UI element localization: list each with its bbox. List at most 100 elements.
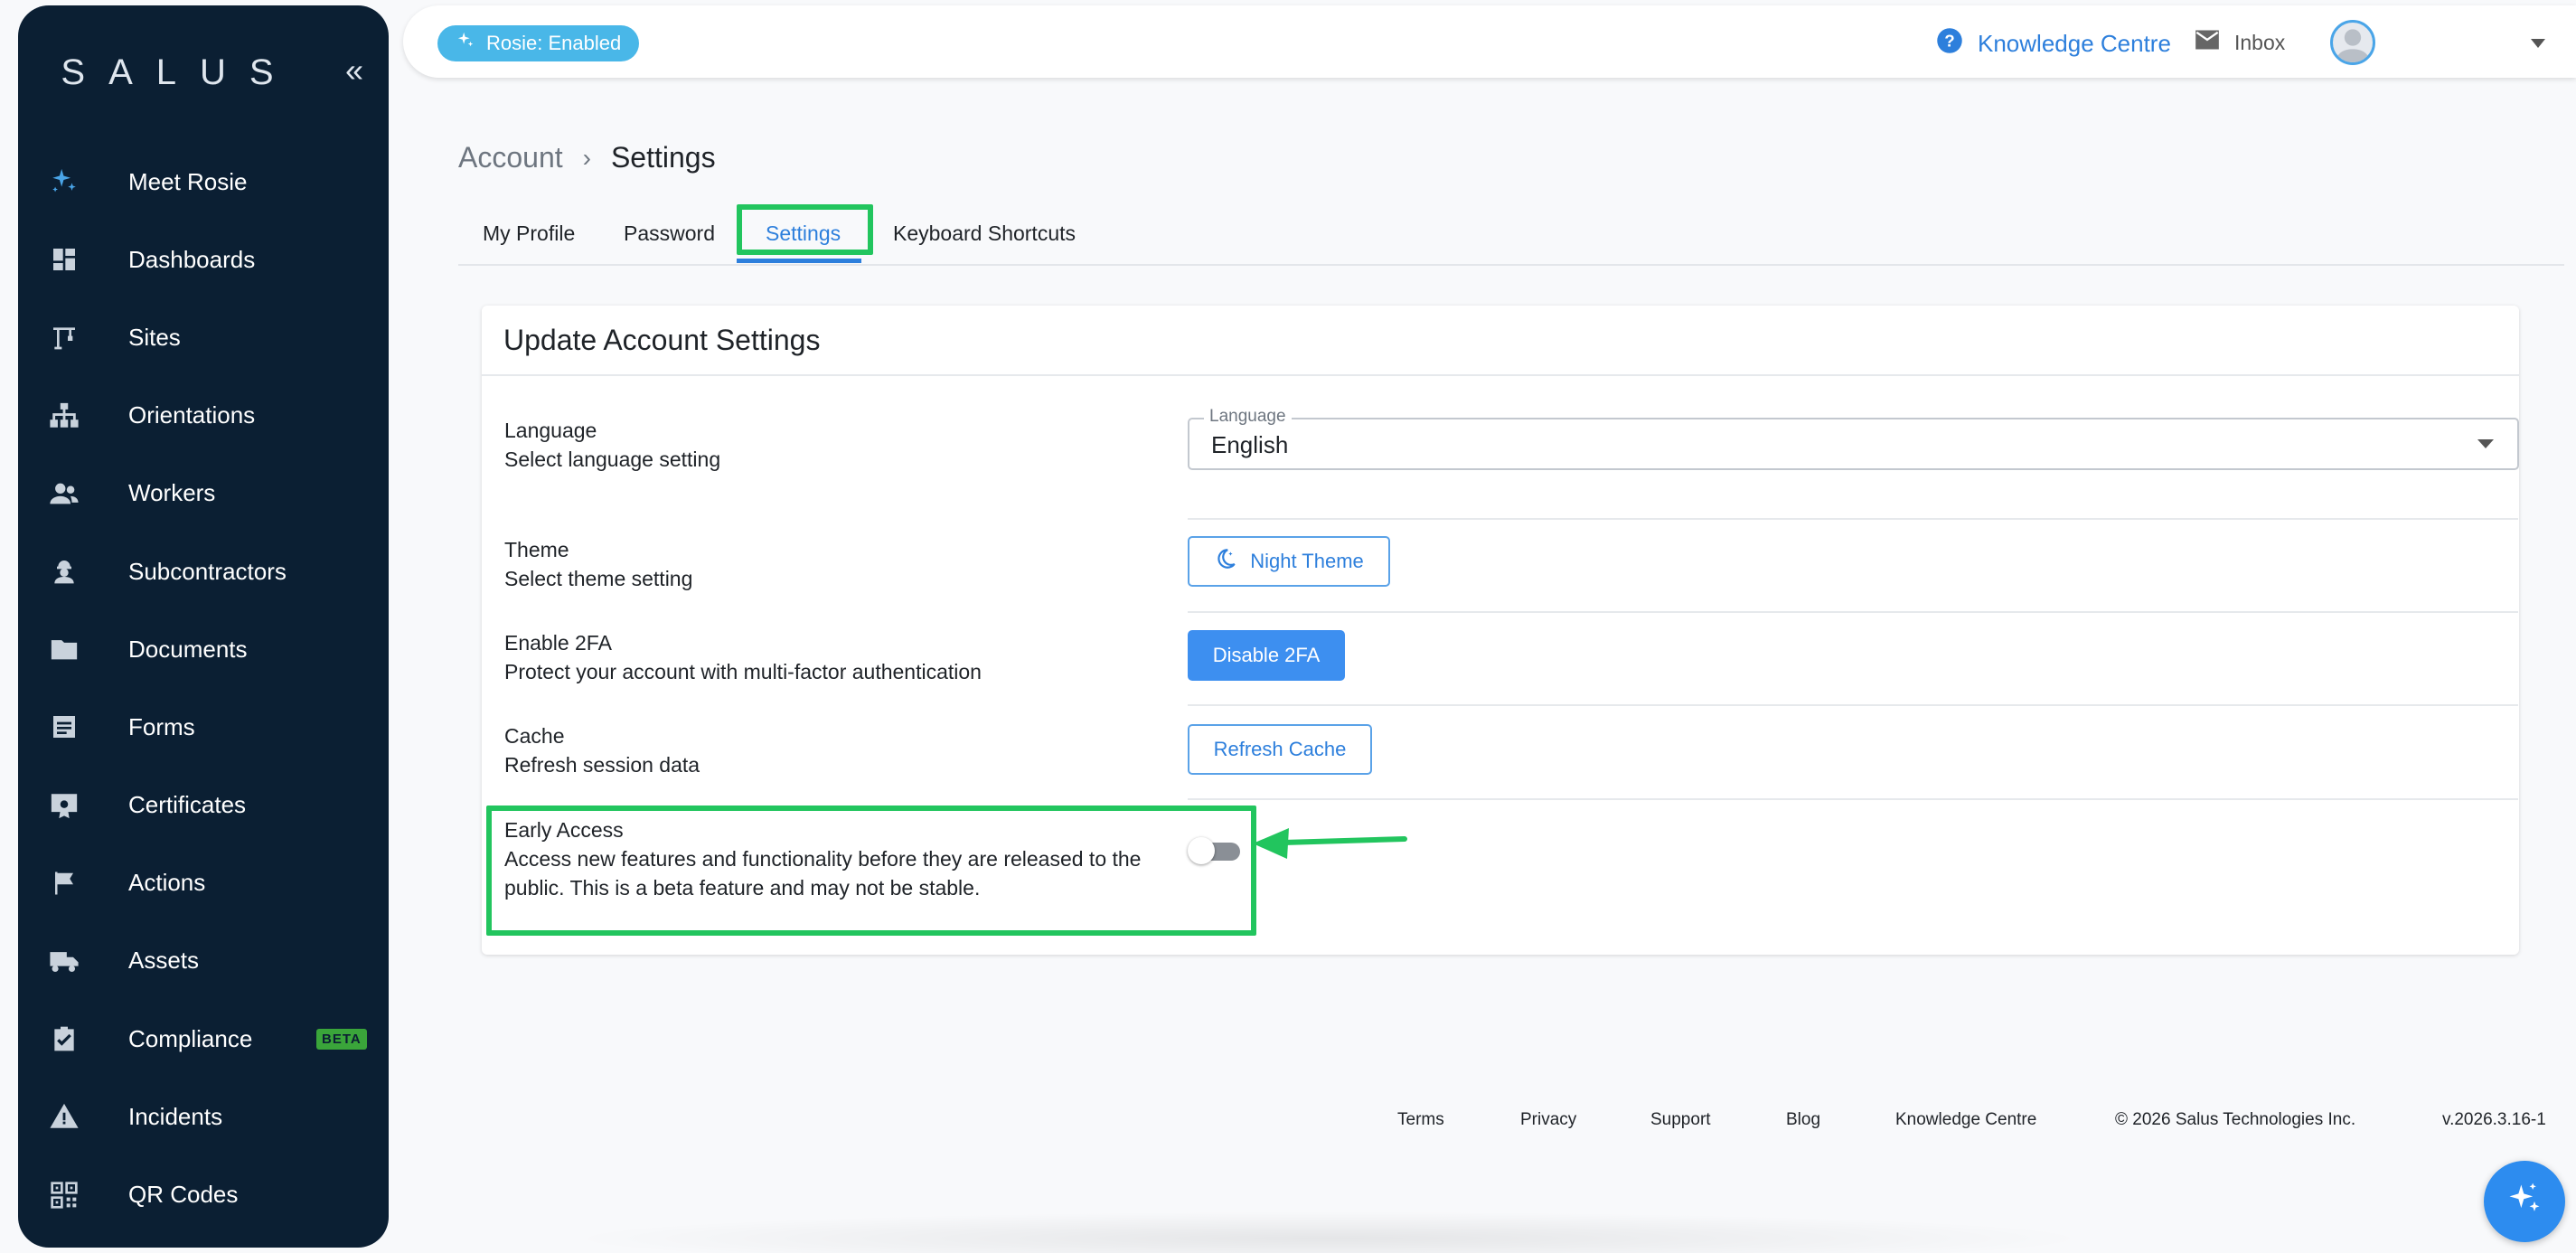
sidebar-item-label: Meet Rosie — [128, 167, 248, 195]
rosie-assistant-button[interactable] — [2484, 1161, 2565, 1242]
sparkle-icon — [2505, 1180, 2544, 1224]
theme-row: Theme Select theme setting — [504, 535, 2520, 593]
people-icon — [47, 476, 81, 511]
sidebar-item-label: Subcontractors — [128, 557, 287, 585]
refresh-cache-button[interactable]: Refresh Cache — [1188, 724, 1372, 775]
divider — [1188, 798, 2518, 800]
sidebar-item-label: Incidents — [128, 1102, 223, 1130]
beta-badge: BETA — [316, 1028, 367, 1050]
avatar — [2330, 20, 2375, 65]
sidebar-item-label: Certificates — [128, 791, 247, 819]
tab-my-profile[interactable]: My Profile — [483, 215, 575, 251]
language-field-label: Language — [1204, 407, 1292, 427]
user-name-placeholder — [2390, 32, 2516, 53]
crane-icon — [47, 320, 81, 354]
sidebar-item-sites[interactable]: Sites — [18, 298, 389, 376]
cache-desc: Refresh session data — [504, 753, 700, 777]
rosie-status-pill[interactable]: Rosie: Enabled — [437, 25, 640, 61]
sidebar-item-assets[interactable]: Assets — [18, 922, 389, 1000]
sidebar-item-label: Assets — [128, 947, 200, 975]
sidebar-item-qr-codes[interactable]: QR Codes — [18, 1155, 389, 1233]
tab-password[interactable]: Password — [624, 215, 715, 251]
qr-code-icon — [47, 1178, 81, 1212]
sidebar-item-label: Compliance — [128, 1024, 253, 1052]
certificate-icon — [47, 788, 81, 823]
footer-privacy-link[interactable]: Privacy — [1520, 1110, 1576, 1130]
sidebar-item-label: Orientations — [128, 401, 256, 429]
org-chart-icon — [47, 399, 81, 433]
card-title: Update Account Settings — [482, 306, 2519, 376]
moon-icon — [1214, 547, 1237, 576]
breadcrumb: Account › Settings — [458, 141, 716, 174]
night-theme-button[interactable]: Night Theme — [1188, 536, 1390, 587]
theme-title: Theme — [504, 538, 569, 561]
cache-row: Cache Refresh session data — [504, 721, 2520, 779]
footer-support-link[interactable]: Support — [1650, 1110, 1711, 1130]
flag-icon — [47, 866, 81, 900]
folder-icon — [47, 632, 81, 666]
sidebar-nav: Meet Rosie Dashboards Sites Orientations… — [18, 143, 389, 1234]
night-theme-label: Night Theme — [1250, 550, 1364, 572]
twofa-title: Enable 2FA — [504, 631, 612, 655]
top-bar: Rosie: Enabled ? Knowledge Centre Inbox — [403, 5, 2576, 78]
twofa-row: Enable 2FA Protect your account with mul… — [504, 628, 2520, 686]
sidebar: SALUS « Meet Rosie Dashboards Sites Orie… — [18, 5, 389, 1248]
sidebar-item-meet-rosie[interactable]: Meet Rosie — [18, 143, 389, 221]
sidebar-item-label: Documents — [128, 635, 248, 663]
sparkle-icon — [47, 165, 81, 199]
bottom-shadow — [560, 1211, 2097, 1253]
sidebar-item-actions[interactable]: Actions — [18, 844, 389, 922]
language-select[interactable]: Language English — [1188, 407, 2519, 470]
sidebar-item-incidents[interactable]: Incidents — [18, 1078, 389, 1155]
sparkle-icon — [456, 31, 475, 56]
rosie-status-label: Rosie: Enabled — [486, 32, 622, 54]
sidebar-item-compliance[interactable]: Compliance BETA — [18, 1000, 389, 1078]
sidebar-item-orientations[interactable]: Orientations — [18, 377, 389, 455]
early-access-highlight — [486, 806, 1256, 936]
sidebar-item-label: Dashboards — [128, 245, 256, 273]
footer-knowledge-centre-link[interactable]: Knowledge Centre — [1895, 1110, 2036, 1130]
warning-icon — [47, 1099, 81, 1134]
svg-text:?: ? — [1944, 31, 1954, 50]
disable-2fa-button[interactable]: Disable 2FA — [1188, 630, 1345, 681]
sidebar-item-forms[interactable]: Forms — [18, 688, 389, 766]
tab-keyboard-shortcuts[interactable]: Keyboard Shortcuts — [893, 215, 1076, 251]
help-icon: ? — [1936, 27, 1963, 61]
truck-icon — [47, 944, 81, 978]
mail-icon — [2195, 29, 2220, 56]
chevron-down-icon — [2531, 33, 2545, 52]
footer-copyright: © 2026 Salus Technologies Inc. — [2115, 1110, 2356, 1129]
user-menu[interactable] — [2330, 20, 2545, 65]
pointer-arrow-icon — [1253, 828, 1407, 859]
inbox-link[interactable]: Inbox — [2195, 29, 2285, 56]
collapse-sidebar-button[interactable]: « — [336, 54, 372, 90]
sidebar-item-label: QR Codes — [128, 1181, 239, 1209]
sidebar-item-dashboards[interactable]: Dashboards — [18, 221, 389, 298]
sidebar-item-label: Sites — [128, 323, 181, 351]
sidebar-item-workers[interactable]: Workers — [18, 455, 389, 532]
breadcrumb-account[interactable]: Account — [458, 141, 563, 174]
twofa-desc: Protect your account with multi-factor a… — [504, 660, 982, 683]
sidebar-item-label: Forms — [128, 712, 195, 740]
sidebar-item-certificates[interactable]: Certificates — [18, 767, 389, 844]
knowledge-centre-link[interactable]: ? Knowledge Centre — [1936, 27, 2171, 61]
sidebar-item-documents[interactable]: Documents — [18, 610, 389, 688]
salus-logo: SALUS — [61, 52, 297, 92]
sidebar-item-label: Workers — [128, 479, 216, 507]
knowledge-centre-label: Knowledge Centre — [1978, 30, 2171, 57]
sidebar-item-label: Actions — [128, 869, 206, 897]
divider — [1188, 704, 2518, 706]
chevron-down-icon — [2477, 439, 2494, 448]
footer-terms-link[interactable]: Terms — [1397, 1110, 1444, 1130]
settings-tab-highlight — [737, 204, 873, 255]
form-icon — [47, 710, 81, 744]
cache-title: Cache — [504, 724, 565, 748]
breadcrumb-separator: › — [582, 143, 591, 172]
theme-desc: Select theme setting — [504, 567, 693, 590]
sidebar-item-subcontractors[interactable]: Subcontractors — [18, 532, 389, 610]
footer-version: v.2026.3.16-1 — [2442, 1110, 2546, 1129]
active-tab-indicator — [737, 259, 861, 263]
footer-blog-link[interactable]: Blog — [1786, 1110, 1820, 1130]
divider — [1188, 611, 2518, 613]
divider — [1188, 518, 2518, 520]
